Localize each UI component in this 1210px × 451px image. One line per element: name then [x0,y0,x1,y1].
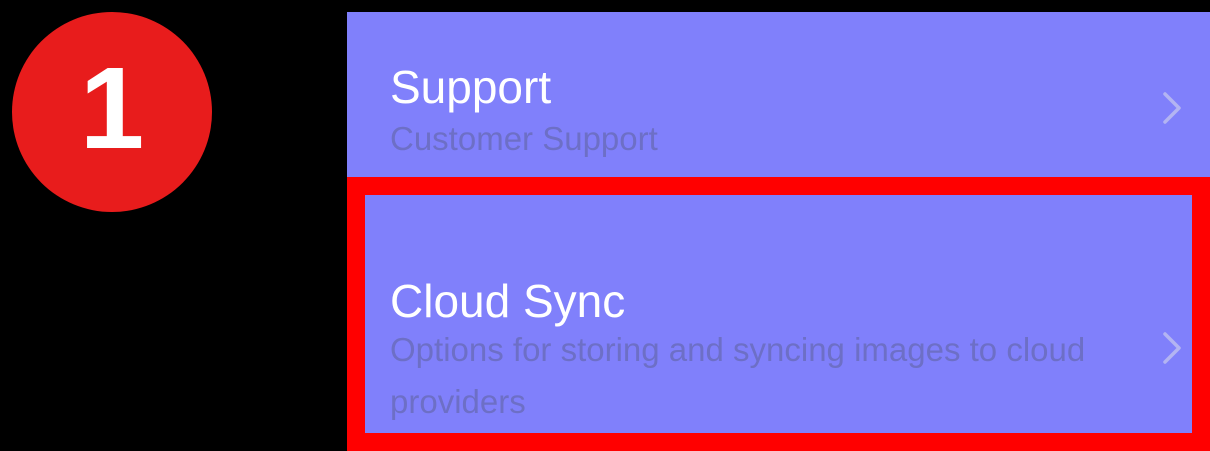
settings-item-cloud-sync[interactable]: Cloud Sync Options for storing and synci… [347,178,1210,451]
settings-item-subtitle: Options for storing and syncing images t… [390,331,1086,420]
settings-item-subtitle: Customer Support [390,120,658,157]
settings-list: Support Customer Support Cloud Sync Opti… [347,12,1210,451]
settings-item-title: Support [390,61,552,113]
chevron-right-icon [1163,92,1181,124]
settings-item-support[interactable]: Support Customer Support [347,12,1210,178]
chevron-right-icon [1163,332,1181,364]
settings-item-title: Cloud Sync [390,275,626,327]
step-number-badge: 1 [12,12,212,212]
step-number: 1 [79,43,145,173]
